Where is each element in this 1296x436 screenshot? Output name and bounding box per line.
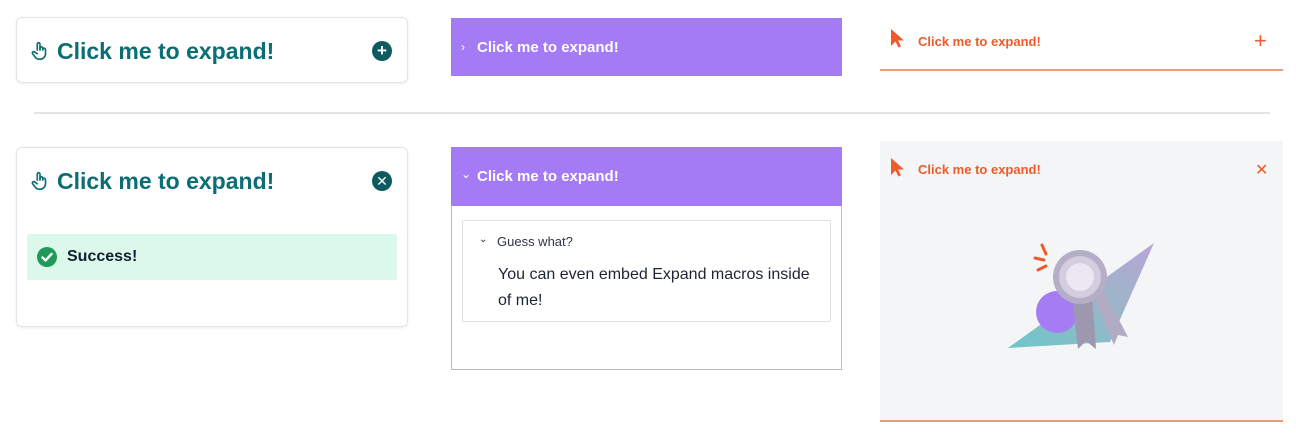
purple-expand-collapsed[interactable]: › Click me to expand! [451,18,842,76]
plus-icon[interactable]: + [1254,28,1267,54]
success-label: Success! [67,248,138,265]
hand-pointer-icon [31,171,47,191]
orange-expand-header[interactable]: Click me to expand! ✕ [880,141,1283,195]
expand-title: Click me to expand! [57,167,275,194]
orange-expand-expanded: Click me to expand! ✕ [880,141,1283,420]
teal-expand-expanded: Click me to expand! ✕ Success! [16,147,408,327]
expand-title: Click me to expand! [57,37,275,64]
expand-title: Click me to expand! [918,162,1041,177]
orange-expand-collapsed[interactable]: Click me to expand! + [880,20,1283,64]
close-icon[interactable]: ✕ [1255,160,1268,180]
close-circle-icon[interactable]: ✕ [372,171,392,191]
check-circle-icon [37,247,57,267]
success-message: Success! [27,234,397,280]
expand-title: Click me to expand! [477,38,619,56]
teal-expand-header[interactable]: Click me to expand! ✕ [17,148,407,214]
nested-expand: ⌄ Guess what? You can even embed Expand … [462,220,831,322]
plus-circle-icon[interactable]: + [372,41,392,61]
orange-underline [880,420,1283,422]
cursor-arrow-icon [891,29,904,48]
expand-title: Click me to expand! [918,34,1041,49]
purple-expand-header[interactable]: ⌄ Click me to expand! [451,147,842,206]
chevron-down-icon: ⌄ [479,233,488,245]
cursor-arrow-icon [891,158,904,177]
expand-title: Click me to expand! [477,168,619,185]
hand-pointer-icon [31,41,47,61]
section-divider [34,112,1270,114]
award-ribbon-illustration [1008,243,1154,349]
nested-expand-body: You can even embed Expand macros inside … [498,266,810,309]
teal-expand-header[interactable]: Click me to expand! + [17,18,407,84]
nested-expand-title: Guess what? [497,234,573,249]
purple-expand-body: ⌄ Guess what? You can even embed Expand … [451,206,842,370]
nested-expand-header[interactable]: ⌄ Guess what? [479,233,573,250]
teal-expand-collapsed: Click me to expand! + [16,17,408,83]
orange-underline [880,69,1283,71]
chevron-down-icon: ⌄ [461,166,472,181]
chevron-right-icon: › [461,40,465,54]
